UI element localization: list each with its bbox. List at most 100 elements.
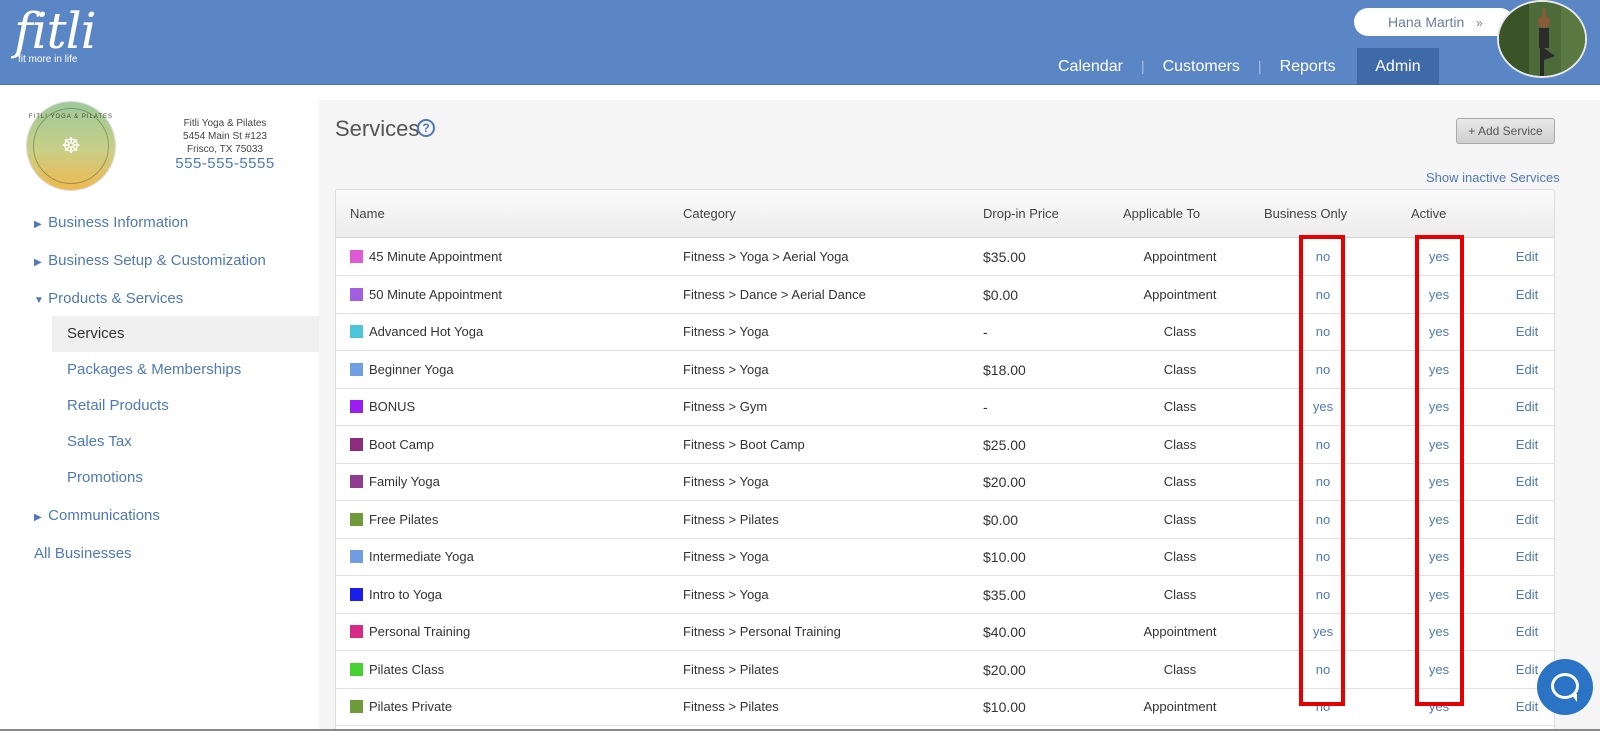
edit-link[interactable]: Edit — [1510, 549, 1544, 564]
edit-link[interactable]: Edit — [1510, 249, 1544, 264]
caret-right-icon: ▶ — [34, 257, 42, 268]
main-nav: Calendar | Customers | Reports | Admin — [1040, 48, 1439, 85]
applicable-to: Class — [1163, 474, 1197, 489]
column-header-active[interactable]: Active — [1411, 206, 1446, 221]
user-menu[interactable]: Hana Martin » — [1354, 8, 1514, 36]
active-toggle[interactable]: yes — [1419, 474, 1459, 489]
active-toggle[interactable]: yes — [1419, 362, 1459, 377]
service-category: Fitness > Yoga — [683, 324, 769, 339]
table-row[interactable]: Family Yoga Fitness > Yoga $20.00 Class no ye… — [336, 463, 1554, 501]
logo-wordmark: fitli — [14, 2, 97, 60]
edit-link[interactable]: Edit — [1510, 324, 1544, 339]
applicable-to: Class — [1163, 436, 1197, 452]
nav-customers[interactable]: Customers — [1145, 48, 1258, 85]
active-toggle[interactable]: yes — [1419, 399, 1459, 414]
sidebar-sub-sales-tax[interactable]: Sales Tax — [52, 424, 325, 460]
table-row[interactable]: 50 Minute Appointment Fitness > Dance > A… — [336, 276, 1554, 314]
business-only-toggle[interactable]: yes — [1303, 399, 1343, 414]
fitli-logo[interactable]: fitli fit more in life — [14, 2, 97, 65]
sidebar-item-business-information[interactable]: ▶ Business Information — [34, 214, 188, 231]
table-row[interactable]: Intermediate Yoga Fitness > Yoga $10.00 Cla… — [336, 538, 1554, 576]
active-toggle[interactable]: yes — [1419, 587, 1459, 602]
applicable-to: Appointment — [1143, 699, 1217, 714]
table-row[interactable]: Personal Training Fitness > Personal Trai… — [336, 613, 1554, 651]
drop-in-price: $10.00 — [983, 549, 1026, 565]
business-only-toggle[interactable]: no — [1303, 474, 1343, 489]
edit-link[interactable]: Edit — [1510, 287, 1544, 302]
color-swatch — [350, 287, 363, 301]
business-only-toggle[interactable]: yes — [1303, 624, 1343, 639]
table-row[interactable]: Pilates Private Fitness > Pilates $10.00 Ap… — [336, 688, 1554, 726]
table-row[interactable]: 45 Minute Appointment Fitness > Yoga > Ae… — [336, 238, 1554, 276]
service-name: Pilates Class — [369, 661, 445, 677]
show-inactive-services-link[interactable]: Show inactive Services — [1426, 170, 1560, 185]
table-row[interactable]: Intro to Yoga Fitness > Yoga $35.00 Class no… — [336, 576, 1554, 614]
column-header-drop-in-price[interactable]: Drop-in Price — [983, 206, 1059, 221]
drop-in-price: $0.00 — [983, 286, 1019, 303]
services-table: Name Category Drop-in Price Applicable T… — [335, 189, 1555, 731]
column-header-business-only[interactable]: Business Only — [1264, 206, 1347, 221]
edit-link[interactable]: Edit — [1510, 587, 1544, 602]
color-swatch — [350, 662, 363, 676]
nav-reports[interactable]: Reports — [1262, 48, 1354, 85]
service-name: Personal Training — [369, 624, 471, 639]
active-toggle[interactable]: yes — [1419, 549, 1459, 564]
business-only-toggle[interactable]: no — [1303, 549, 1343, 564]
business-only-toggle[interactable]: no — [1303, 249, 1343, 264]
edit-link[interactable]: Edit — [1510, 362, 1544, 377]
business-only-toggle[interactable]: no — [1303, 287, 1343, 302]
sidebar-item-all-businesses[interactable]: All Businesses — [34, 545, 132, 562]
table-row[interactable]: Advanced Hot Yoga Fitness > Yoga - Class no y… — [336, 313, 1554, 351]
active-toggle[interactable]: yes — [1419, 287, 1459, 302]
caret-down-icon: ▼ — [34, 295, 44, 306]
edit-link[interactable]: Edit — [1510, 437, 1544, 452]
help-icon[interactable]: ? — [417, 119, 435, 137]
edit-link[interactable]: Edit — [1510, 699, 1544, 714]
active-toggle[interactable]: yes — [1419, 324, 1459, 339]
user-name: Hana Martin — [1388, 14, 1465, 30]
business-only-toggle[interactable]: no — [1303, 324, 1343, 339]
table-row[interactable]: Beginner Yoga Fitness > Yoga $18.00 Class no… — [336, 351, 1554, 389]
sidebar-sub-services[interactable]: Services — [52, 316, 325, 352]
sidebar-item-communications[interactable]: ▶ Communications — [34, 507, 160, 524]
column-header-applicable-to[interactable]: Applicable To — [1123, 206, 1200, 221]
sidebar-sub-promotions[interactable]: Promotions — [52, 460, 325, 496]
edit-link[interactable]: Edit — [1510, 474, 1544, 489]
sidebar-sub-retail-products[interactable]: Retail Products — [52, 388, 325, 424]
business-only-toggle[interactable]: no — [1303, 437, 1343, 452]
table-row[interactable]: BONUS Fitness > Gym - Class yes yes Edit — [336, 388, 1554, 426]
active-toggle[interactable]: yes — [1419, 624, 1459, 639]
service-category: Fitness > Yoga — [683, 474, 769, 489]
column-header-category[interactable]: Category — [683, 206, 736, 221]
table-row[interactable]: Free Pilates Fitness > Pilates $0.00 Class n… — [336, 501, 1554, 539]
active-toggle[interactable]: yes — [1419, 699, 1459, 714]
active-toggle[interactable]: yes — [1419, 249, 1459, 264]
sidebar-sub-packages-memberships[interactable]: Packages & Memberships — [52, 352, 325, 388]
sidebar-item-products-services[interactable]: ▼ Products & Services — [34, 290, 183, 307]
business-only-toggle[interactable]: no — [1303, 662, 1343, 677]
drop-in-price: $18.00 — [983, 361, 1026, 378]
active-toggle[interactable]: yes — [1419, 662, 1459, 677]
business-only-toggle[interactable]: no — [1303, 362, 1343, 377]
active-toggle[interactable]: yes — [1419, 437, 1459, 452]
avatar[interactable] — [1497, 0, 1587, 78]
add-service-button[interactable]: + Add Service — [1456, 118, 1555, 144]
service-name: Pilates Private — [369, 699, 453, 714]
chat-launcher-button[interactable] — [1537, 659, 1593, 715]
table-row[interactable]: Boot Camp Fitness > Boot Camp $25.00 Class n… — [336, 426, 1554, 464]
nav-admin[interactable]: Admin — [1357, 48, 1439, 85]
business-only-toggle[interactable]: no — [1303, 587, 1343, 602]
active-toggle[interactable]: yes — [1419, 512, 1459, 527]
service-category: Fitness > Yoga — [683, 586, 769, 602]
table-row[interactable]: Pilates Class Fitness > Pilates $20.00 Clas… — [336, 651, 1554, 689]
edit-link[interactable]: Edit — [1510, 512, 1544, 527]
edit-link[interactable]: Edit — [1510, 399, 1544, 414]
business-only-toggle[interactable]: no — [1303, 699, 1343, 714]
edit-link[interactable]: Edit — [1510, 624, 1544, 639]
column-header-name[interactable]: Name — [350, 206, 385, 221]
business-phone[interactable]: 555-555-5555 — [160, 155, 290, 172]
nav-calendar[interactable]: Calendar — [1040, 48, 1141, 85]
business-only-toggle[interactable]: no — [1303, 512, 1343, 527]
service-category: Fitness > Pilates — [683, 661, 779, 677]
sidebar-item-business-setup[interactable]: ▶ Business Setup & Customization — [34, 252, 266, 269]
